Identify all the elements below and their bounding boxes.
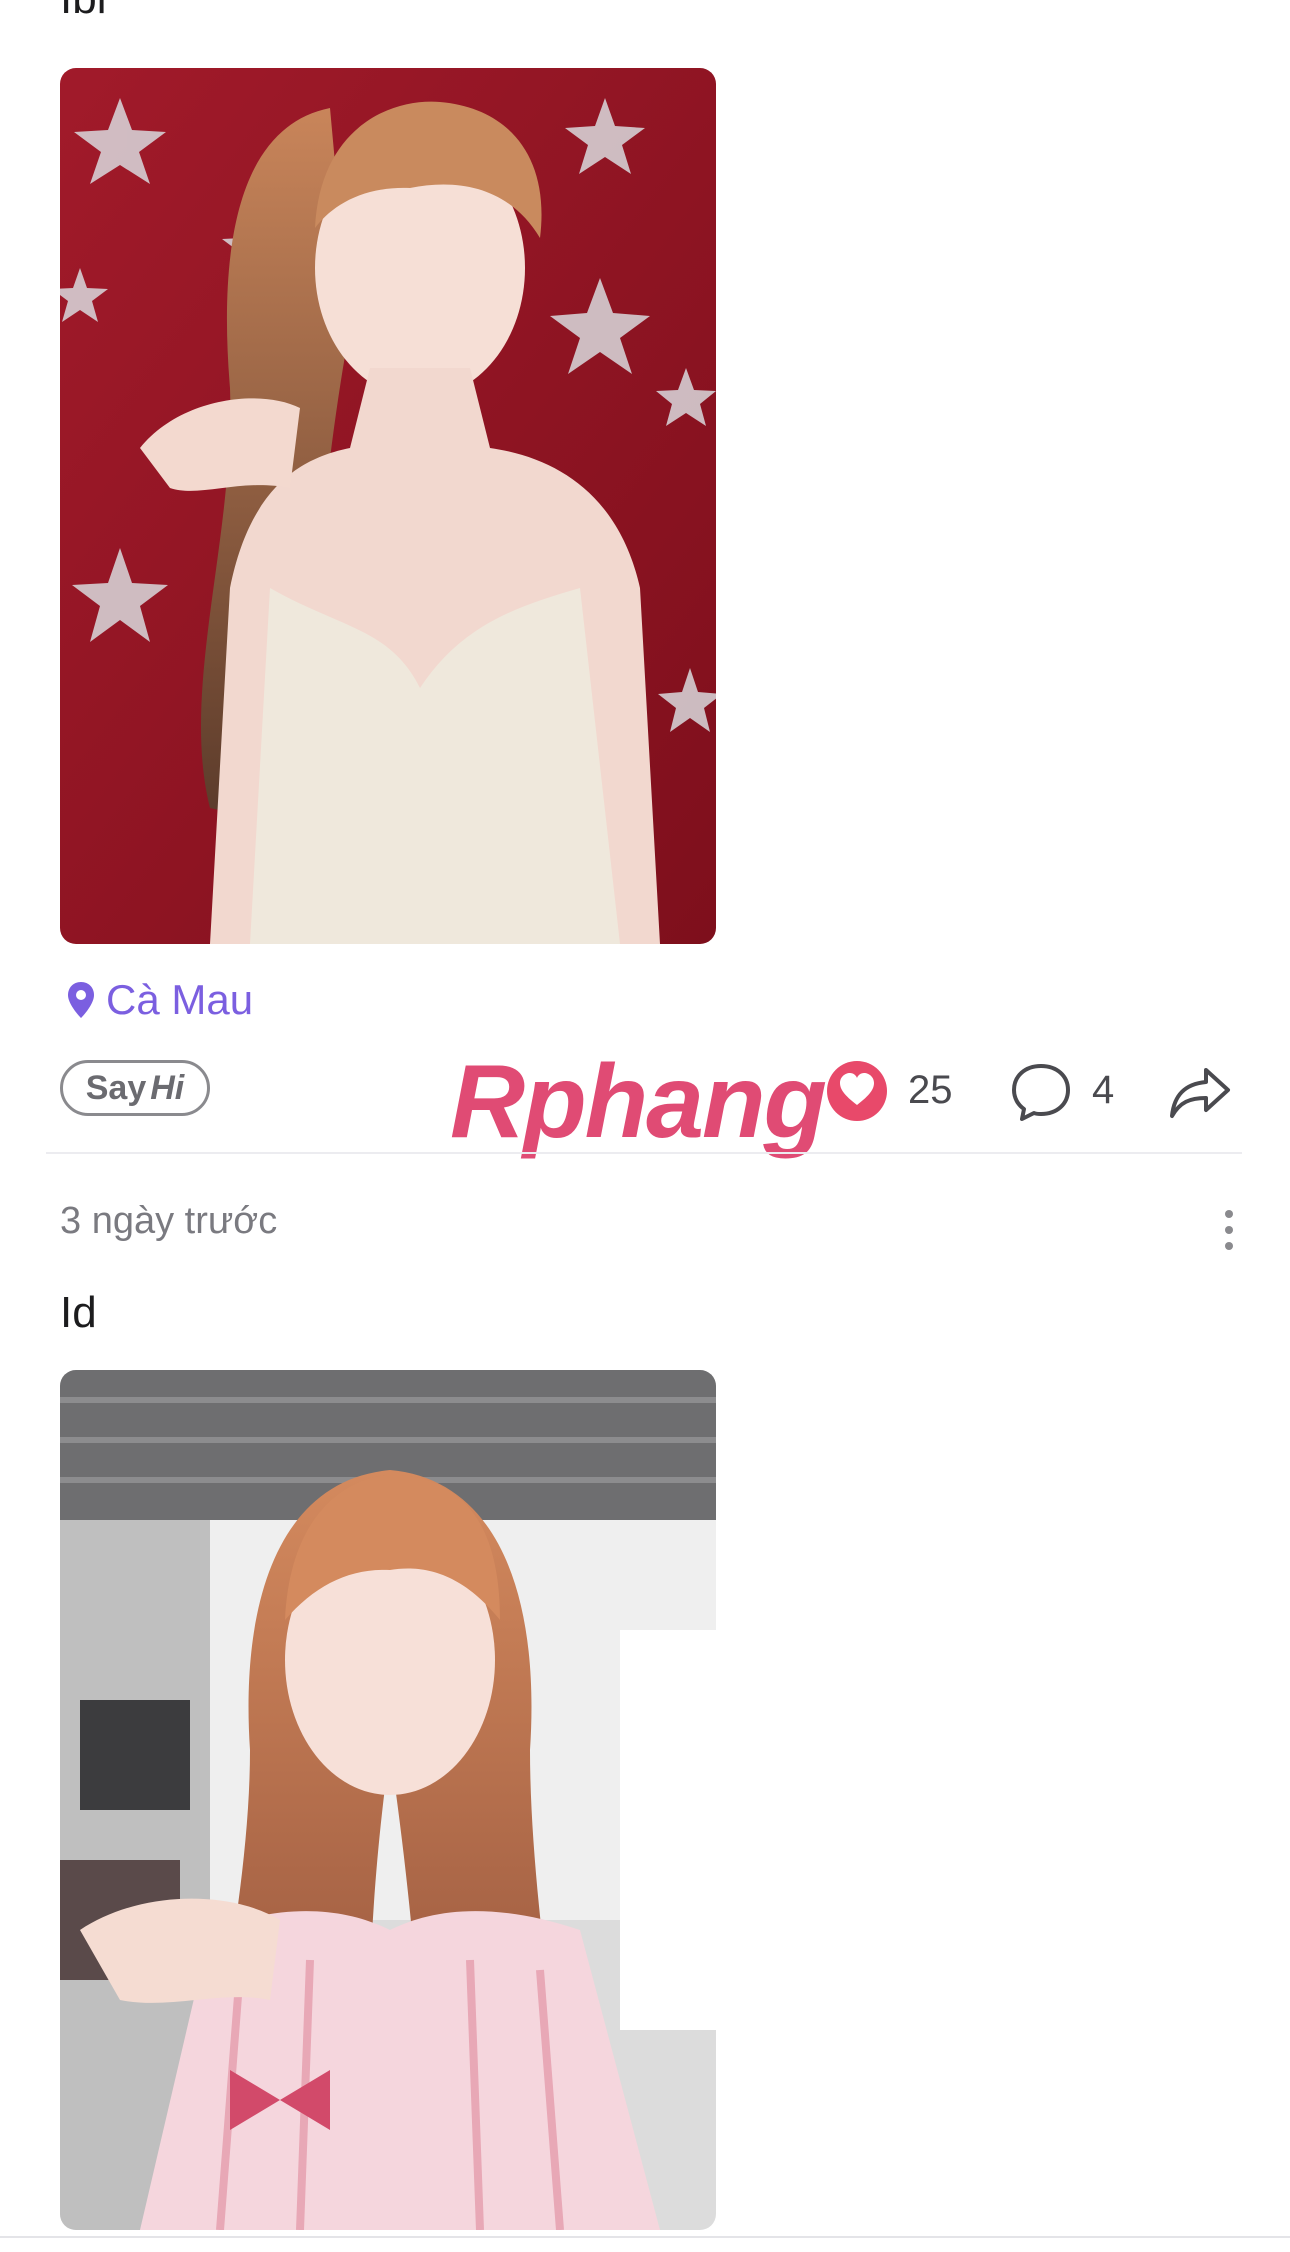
post-caption: Id bbox=[60, 1288, 97, 1337]
say-hi-prefix: Say bbox=[85, 1068, 147, 1107]
post-photo[interactable] bbox=[60, 1370, 716, 2230]
location-label: Cà Mau bbox=[106, 976, 254, 1023]
location-pin-icon bbox=[68, 982, 94, 1018]
comment-count: 4 bbox=[1092, 1068, 1115, 1112]
post-location[interactable]: Cà Mau bbox=[66, 975, 253, 1025]
say-hi-suffix: Hi bbox=[150, 1068, 185, 1107]
share-arrow-icon[interactable] bbox=[1168, 1064, 1232, 1120]
post-caption: Ibi bbox=[60, 0, 106, 24]
like-count: 25 bbox=[908, 1068, 953, 1112]
heart-icon[interactable] bbox=[826, 1060, 888, 1122]
watermark-text: Rphang bbox=[450, 1044, 827, 1160]
say-hi-button[interactable]: Say Hi bbox=[60, 1060, 210, 1116]
post-timestamp: 3 ngày trước bbox=[60, 1200, 278, 1242]
post-divider bbox=[46, 1152, 1242, 1154]
post-photo[interactable] bbox=[60, 68, 716, 944]
more-vertical-icon[interactable] bbox=[1222, 1208, 1236, 1252]
watermark-logo: Rphang bbox=[450, 1050, 827, 1154]
comment-bubble-icon[interactable] bbox=[1010, 1062, 1072, 1122]
bottom-divider bbox=[0, 2236, 1290, 2238]
